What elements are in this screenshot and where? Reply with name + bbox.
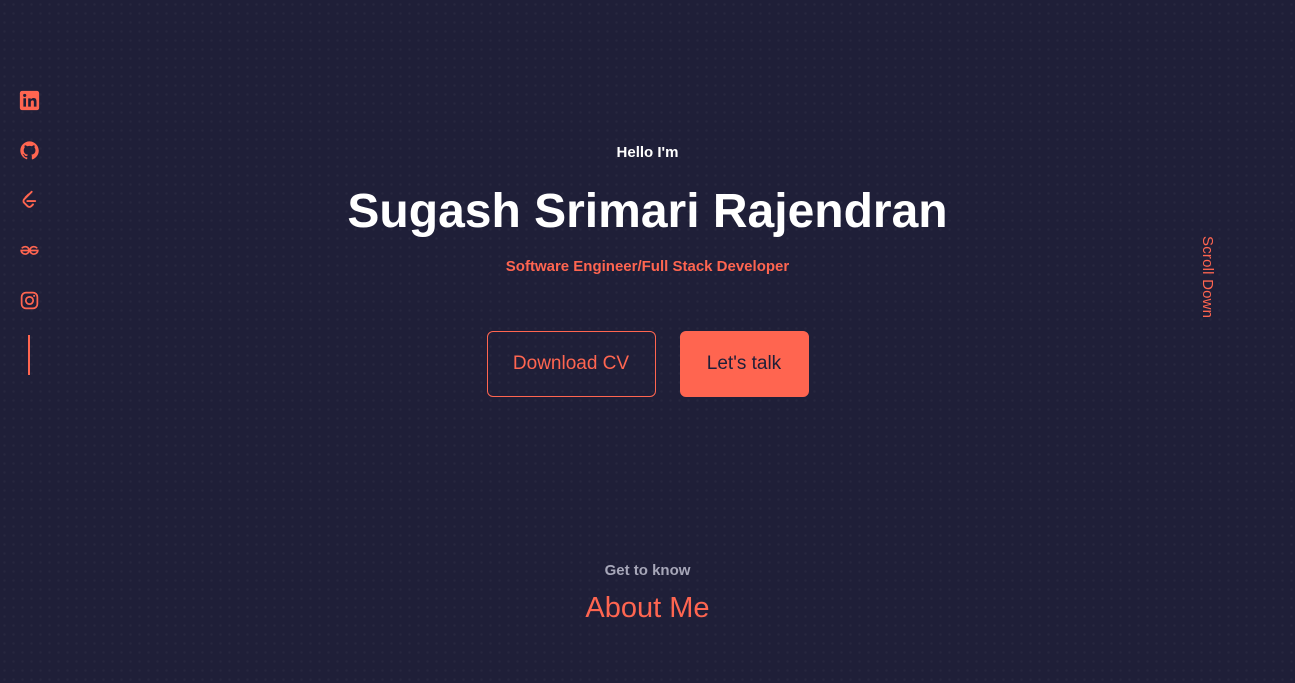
lets-talk-button[interactable]: Let's talk — [679, 331, 809, 397]
about-title: About Me — [585, 592, 710, 624]
greeting-text: Hello I'm — [616, 144, 679, 161]
about-subtitle: Get to know — [604, 562, 691, 579]
hero-role: Software Engineer/Full Stack Developer — [505, 258, 790, 275]
linkedin-link[interactable] — [18, 89, 40, 111]
scroll-down-link[interactable]: Scroll Down — [1199, 236, 1216, 318]
linkedin-icon — [19, 90, 39, 110]
instagram-icon — [20, 291, 38, 309]
download-cv-button[interactable]: Download CV — [486, 331, 656, 397]
cta-buttons: Download CV Let's talk — [0, 331, 1295, 397]
instagram-link[interactable] — [18, 289, 40, 311]
hero-name: Sugash Srimari Rajendran — [347, 185, 948, 238]
